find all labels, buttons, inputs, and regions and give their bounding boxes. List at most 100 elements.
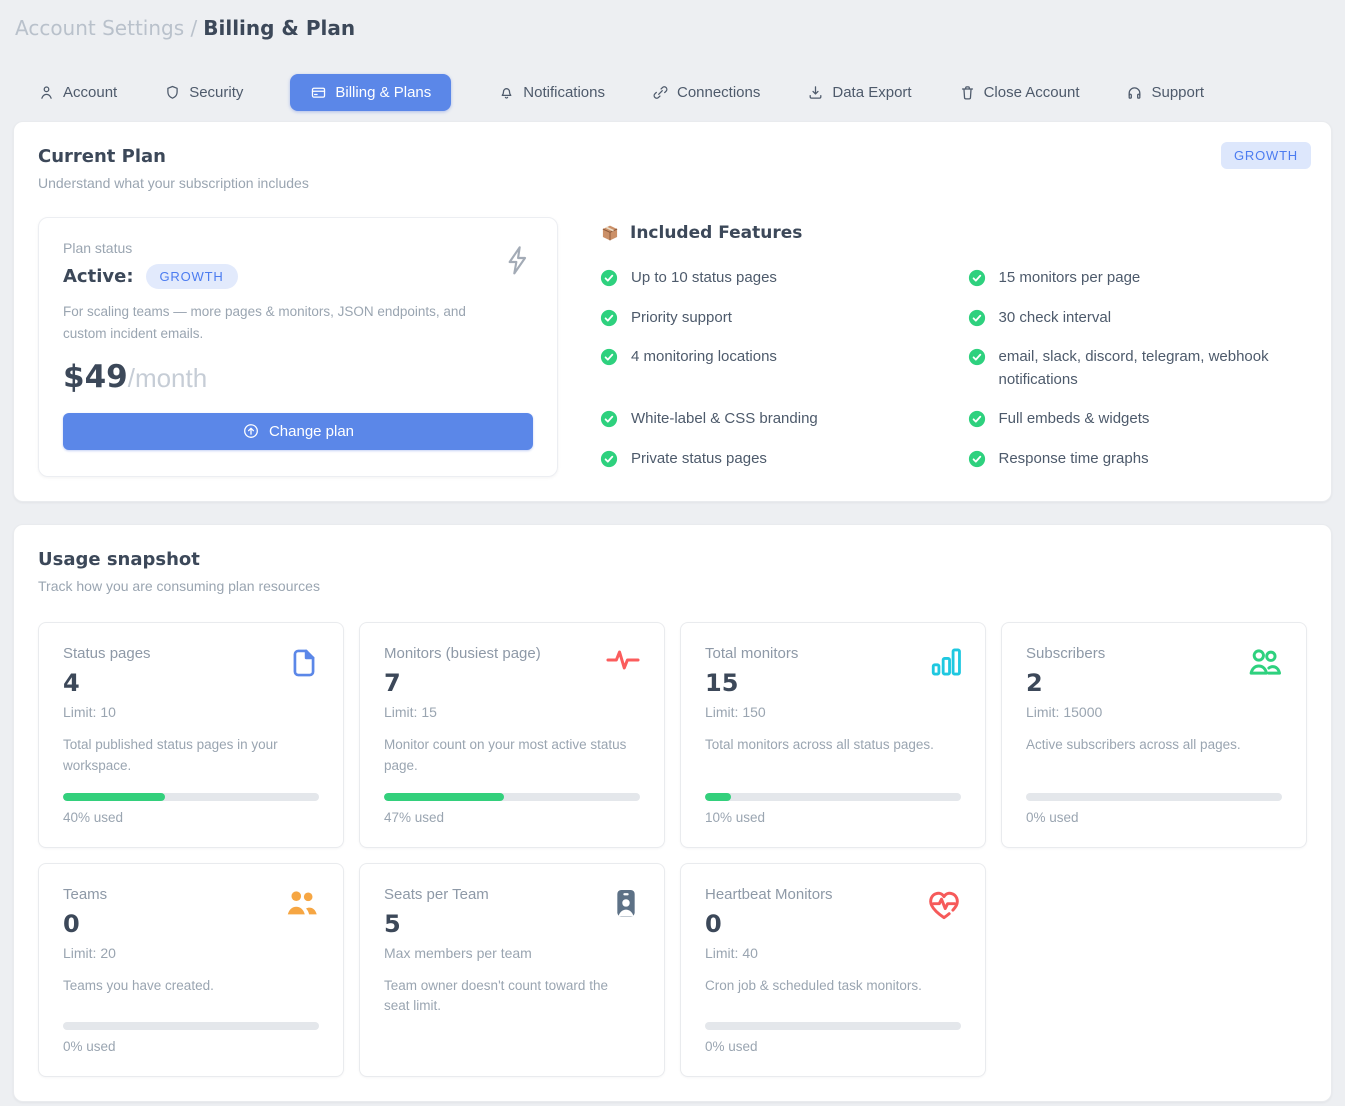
usage-card-title: Total monitors (705, 645, 961, 662)
usage-card-title: Heartbeat Monitors (705, 886, 961, 903)
feature-item: 4 monitoring locations (600, 346, 940, 391)
person-icon (38, 84, 55, 101)
feature-item: Full embeds & widgets (968, 408, 1308, 431)
usage-card-total-monitors: Total monitors 15 Limit: 150 Total monit… (680, 622, 986, 848)
usage-card-title: Subscribers (1026, 645, 1282, 662)
plan-description: For scaling teams — more pages & monitor… (63, 301, 483, 345)
plan-price-period: /month (128, 363, 208, 393)
arrow-up-circle-icon (242, 422, 260, 440)
usage-card-seats-per-team: Seats per Team 5 Max members per team Te… (359, 863, 665, 1077)
usage-card-monitors-busiest: Monitors (busiest page) 7 Limit: 15 Moni… (359, 622, 665, 848)
feature-label: 30 check interval (999, 307, 1112, 330)
usage-card-description: Team owner doesn't count toward the seat… (384, 976, 640, 1018)
feature-label: Up to 10 status pages (631, 267, 777, 290)
usage-progress-fill (705, 793, 731, 801)
feature-label: Response time graphs (999, 448, 1149, 471)
tab-billing-plans[interactable]: Billing & Plans (290, 74, 451, 111)
plan-price: $49/month (63, 359, 533, 395)
usage-card-value: 2 (1026, 669, 1282, 697)
check-circle-icon (968, 309, 986, 327)
check-circle-icon (968, 348, 986, 366)
usage-progress-track (705, 793, 961, 801)
users-filled-icon (283, 886, 321, 925)
heart-pulse-icon (925, 886, 963, 927)
check-circle-icon (600, 309, 618, 327)
link-icon (652, 84, 669, 101)
page-title: Billing & Plan (203, 16, 355, 40)
feature-item: White-label & CSS branding (600, 408, 940, 431)
feature-item: Private status pages (600, 448, 940, 471)
feature-label: 15 monitors per page (999, 267, 1141, 290)
usage-card-description: Cron job & scheduled task monitors. (705, 976, 961, 997)
tab-label: Billing & Plans (335, 84, 431, 101)
usage-card-limit: Limit: 20 (63, 945, 319, 961)
tab-close-account[interactable]: Close Account (959, 84, 1080, 101)
check-circle-icon (968, 450, 986, 468)
feature-item: Up to 10 status pages (600, 267, 940, 290)
tab-notifications[interactable]: Notifications (498, 84, 605, 101)
feature-label: email, slack, discord, telegram, webhook… (999, 346, 1298, 391)
trash-icon (959, 84, 976, 101)
usage-card-description: Total monitors across all status pages. (705, 735, 961, 756)
plan-status-label: Plan status (63, 240, 533, 256)
usage-progress-fill (384, 793, 504, 801)
check-circle-icon (968, 410, 986, 428)
plan-state: Active: (63, 266, 134, 287)
included-features: Included Features Up to 10 status pages … (600, 217, 1307, 470)
download-icon (807, 84, 824, 101)
change-plan-label: Change plan (269, 423, 354, 440)
tab-label: Data Export (832, 84, 911, 101)
usage-card-description: Teams you have created. (63, 976, 319, 997)
feature-item: Response time graphs (968, 448, 1308, 471)
tab-support[interactable]: Support (1126, 84, 1204, 101)
usage-percent-label: 0% used (1026, 810, 1282, 825)
breadcrumb: Account Settings /Billing & Plan (13, 0, 1332, 40)
breadcrumb-prefix: Account Settings / (15, 16, 197, 40)
plan-price-amount: $49 (63, 359, 128, 395)
tab-data-export[interactable]: Data Export (807, 84, 911, 101)
settings-tab-bar: Account Security Billing & Plans Notific… (38, 74, 1332, 111)
users-outline-icon (1246, 645, 1284, 684)
tab-security[interactable]: Security (164, 84, 243, 101)
check-circle-icon (968, 269, 986, 287)
feature-label: Full embeds & widgets (999, 408, 1150, 431)
shield-icon (164, 84, 181, 101)
usage-percent-label: 40% used (63, 810, 319, 825)
included-features-title: Included Features (630, 223, 802, 243)
pulse-icon (604, 645, 642, 680)
tab-label: Notifications (523, 84, 605, 101)
feature-label: 4 monitoring locations (631, 346, 777, 369)
usage-card-teams: Teams 0 Limit: 20 Teams you have created… (38, 863, 344, 1077)
usage-card-subscribers: Subscribers 2 Limit: 15000 Active subscr… (1001, 622, 1307, 848)
tab-label: Support (1151, 84, 1204, 101)
feature-label: Private status pages (631, 448, 767, 471)
feature-label: Priority support (631, 307, 732, 330)
change-plan-button[interactable]: Change plan (63, 413, 533, 450)
usage-card-value: 0 (705, 910, 961, 938)
check-circle-icon (600, 269, 618, 287)
usage-percent-label: 47% used (384, 810, 640, 825)
id-badge-icon (610, 886, 642, 927)
usage-card-title: Seats per Team (384, 886, 640, 903)
current-plan-title: Current Plan (38, 146, 1307, 167)
usage-card-value: 4 (63, 669, 319, 697)
check-circle-icon (600, 450, 618, 468)
growth-badge: GROWTH (1221, 142, 1311, 169)
check-circle-icon (600, 410, 618, 428)
usage-card-heartbeat-monitors: Heartbeat Monitors 0 Limit: 40 Cron job … (680, 863, 986, 1077)
billing-plan-page: Account Settings /Billing & Plan Account… (0, 0, 1345, 1102)
plan-status-card: Plan status Active: GROWTH For scaling t… (38, 217, 558, 477)
usage-progress-fill (63, 793, 165, 801)
usage-grid-empty-cell (1001, 863, 1307, 1077)
tab-account[interactable]: Account (38, 84, 117, 101)
included-features-header: Included Features (600, 223, 1307, 243)
usage-card-title: Teams (63, 886, 319, 903)
usage-card-description: Active subscribers across all pages. (1026, 735, 1282, 756)
usage-card-description: Total published status pages in your wor… (63, 735, 319, 777)
usage-progress-track (705, 1022, 961, 1030)
tab-connections[interactable]: Connections (652, 84, 760, 101)
usage-card-limit: Limit: 40 (705, 945, 961, 961)
usage-card-value: 15 (705, 669, 961, 697)
usage-grid: Status pages 4 Limit: 10 Total published… (38, 622, 1307, 1077)
usage-progress-track (63, 793, 319, 801)
